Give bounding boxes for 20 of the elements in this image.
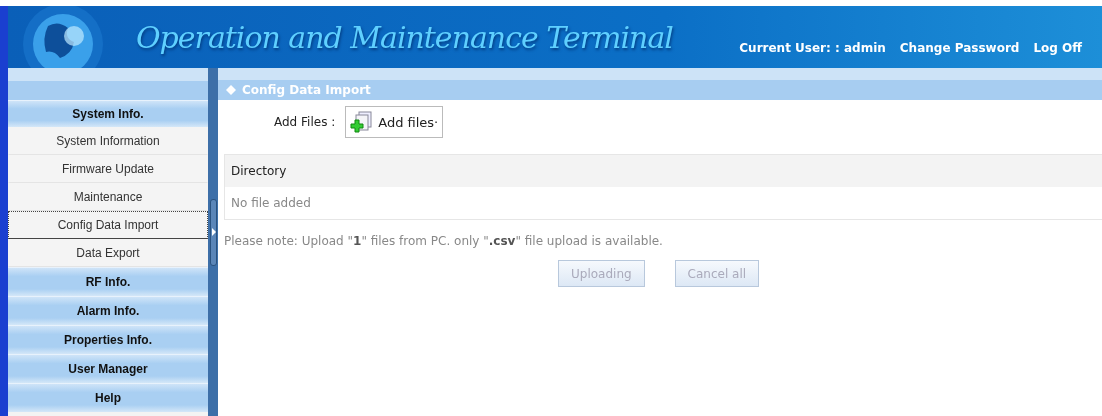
current-user: Current User: : admin (739, 41, 886, 55)
panel-title: Config Data Import (242, 83, 371, 97)
sidebar-section[interactable]: User Manager (8, 354, 208, 383)
header-link[interactable]: Log Off (1033, 41, 1082, 55)
diamond-icon (226, 85, 236, 95)
sidebar-section[interactable]: Alarm Info. (8, 296, 208, 325)
column-header: Directory (225, 155, 1102, 187)
sidebar-section[interactable]: Properties Info. (8, 325, 208, 354)
app-title: Operation and Maintenance Terminal (136, 19, 673, 55)
collapse-handle[interactable] (209, 198, 217, 266)
add-files-label: Add Files : (274, 115, 336, 129)
empty-message: No file added (230, 195, 312, 212)
header-link[interactable]: Change Password (899, 41, 1020, 55)
sidebar-section[interactable]: RF Info. (8, 267, 208, 296)
add-file-icon (350, 110, 375, 134)
sidebar-section[interactable]: System Info. (8, 100, 208, 127)
add-files-button[interactable]: Add files· (345, 106, 444, 138)
sidebar-section[interactable]: Help (8, 383, 208, 412)
sidebar-item[interactable]: Config Data Import (8, 211, 208, 239)
upload-note: Please note: Upload "1" files from PC. only ".csv" file upload is available. (224, 234, 664, 248)
